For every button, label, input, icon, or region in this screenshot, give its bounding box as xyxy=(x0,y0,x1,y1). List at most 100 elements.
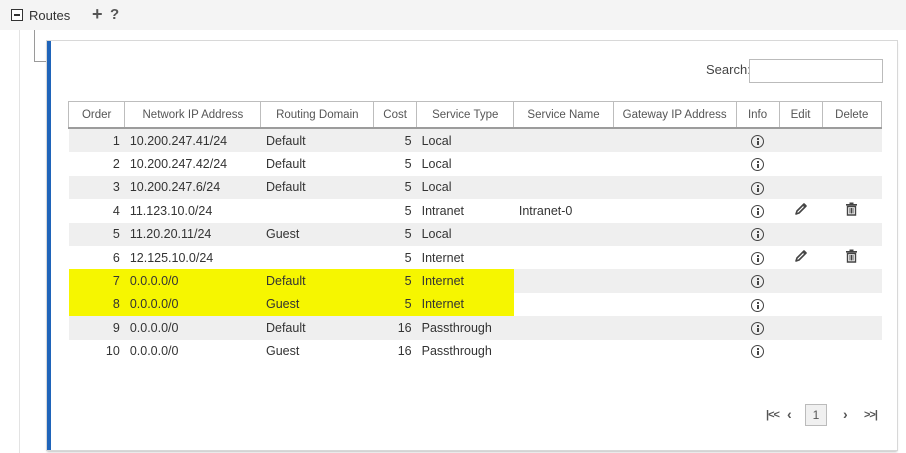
cell-gateway-ip xyxy=(613,128,737,153)
cell-delete xyxy=(822,152,882,176)
info-circle-icon[interactable] xyxy=(751,228,765,242)
cell-service-type: Internet xyxy=(416,245,514,270)
info-circle-icon[interactable] xyxy=(751,181,765,195)
column-header-cost[interactable]: Cost xyxy=(373,101,418,129)
table-row[interactable]: 4 11.123.10.0/24 5 Intranet Intranet-0 xyxy=(68,199,882,223)
cell-gateway-ip xyxy=(613,292,737,317)
cell-info xyxy=(736,339,780,363)
table-row[interactable]: 6 12.125.10.0/24 5 Internet xyxy=(68,245,882,270)
cell-delete xyxy=(822,222,882,246)
info-circle-icon[interactable] xyxy=(751,275,765,289)
page-number-button[interactable]: 1 xyxy=(805,404,827,426)
trash-icon[interactable] xyxy=(845,249,858,266)
table-row[interactable]: 10 0.0.0.0/0 Guest 16 Passthrough xyxy=(68,339,882,363)
cell-delete xyxy=(822,199,882,223)
cell-routing-domain: Default xyxy=(260,128,374,153)
tree-border xyxy=(19,30,20,453)
trash-icon[interactable] xyxy=(845,202,858,219)
pencil-icon[interactable] xyxy=(794,203,808,219)
cell-delete xyxy=(822,269,882,293)
routes-table: Order Network IP Address Routing Domain … xyxy=(67,101,883,363)
cell-order: 6 xyxy=(68,245,125,270)
cell-cost: 16 xyxy=(373,339,417,363)
info-circle-icon[interactable] xyxy=(751,204,765,218)
cell-gateway-ip xyxy=(613,152,737,176)
cell-network-ip: 12.125.10.0/24 xyxy=(124,245,261,270)
cell-service-type: Intranet xyxy=(416,199,514,223)
cell-gateway-ip xyxy=(613,175,737,200)
cell-info xyxy=(736,222,780,246)
cell-service-type: Internet xyxy=(416,269,514,293)
cell-service-type: Local xyxy=(416,222,514,246)
add-route-icon[interactable]: + xyxy=(92,5,103,23)
cell-routing-domain xyxy=(260,245,374,270)
cell-routing-domain: Default xyxy=(260,269,374,293)
column-header-service-name[interactable]: Service Name xyxy=(513,101,614,129)
info-circle-icon[interactable] xyxy=(751,321,765,335)
cell-order: 10 xyxy=(68,339,125,363)
cell-edit xyxy=(779,339,823,363)
cell-info xyxy=(736,269,780,293)
cell-cost: 5 xyxy=(373,245,417,270)
cell-service-name xyxy=(513,269,614,293)
cell-info xyxy=(736,175,780,200)
cell-delete xyxy=(822,245,882,270)
table-row[interactable]: 1 10.200.247.41/24 Default 5 Local xyxy=(68,128,882,153)
column-header-edit: Edit xyxy=(778,101,823,129)
table-row[interactable]: 8 0.0.0.0/0 Guest 5 Internet xyxy=(68,292,882,317)
cell-routing-domain: Guest xyxy=(260,339,374,363)
column-header-service-type[interactable]: Service Type xyxy=(416,101,515,129)
search-input[interactable] xyxy=(749,59,883,83)
cell-edit xyxy=(779,199,823,223)
cell-edit xyxy=(779,269,823,293)
cell-order: 2 xyxy=(68,152,125,176)
cell-service-type: Local xyxy=(416,152,514,176)
cell-service-type: Local xyxy=(416,175,514,200)
column-header-gateway-ip[interactable]: Gateway IP Address xyxy=(612,101,737,129)
cell-network-ip: 11.123.10.0/24 xyxy=(124,199,261,223)
table-row[interactable]: 2 10.200.247.42/24 Default 5 Local xyxy=(68,152,882,176)
info-circle-icon[interactable] xyxy=(751,298,765,312)
first-page-icon[interactable]: |<< xyxy=(766,409,780,421)
table-row[interactable]: 9 0.0.0.0/0 Default 16 Passthrough xyxy=(68,316,882,340)
search-label: Search: xyxy=(706,62,751,77)
routes-header xyxy=(0,0,906,30)
cell-order: 5 xyxy=(68,222,125,246)
table-row[interactable]: 5 11.20.20.11/24 Guest 5 Local xyxy=(68,222,882,246)
next-page-icon[interactable]: › xyxy=(843,406,848,422)
cell-info xyxy=(736,292,780,317)
prev-page-icon[interactable]: ‹ xyxy=(787,406,792,422)
cell-delete xyxy=(822,292,882,317)
cell-info xyxy=(736,128,780,153)
info-circle-icon[interactable] xyxy=(751,251,765,265)
cell-routing-domain xyxy=(260,199,374,223)
help-icon[interactable]: ? xyxy=(110,6,119,24)
cell-network-ip: 10.200.247.6/24 xyxy=(124,175,261,200)
last-page-icon[interactable]: >>| xyxy=(864,409,878,421)
info-circle-icon[interactable] xyxy=(751,158,765,172)
cell-delete xyxy=(822,175,882,200)
cell-info xyxy=(736,245,780,270)
cell-service-name: Intranet-0 xyxy=(513,199,614,223)
table-row[interactable]: 7 0.0.0.0/0 Default 5 Internet xyxy=(68,269,882,293)
cell-service-name xyxy=(513,245,614,270)
cell-edit xyxy=(779,292,823,317)
column-header-info: Info xyxy=(735,101,780,129)
cell-service-type: Passthrough xyxy=(416,316,514,340)
column-header-routing-domain[interactable]: Routing Domain xyxy=(260,101,375,129)
column-header-network-ip[interactable]: Network IP Address xyxy=(124,101,262,129)
table-row[interactable]: 3 10.200.247.6/24 Default 5 Local xyxy=(68,175,882,200)
cell-cost: 5 xyxy=(373,269,417,293)
tree-line-horizontal xyxy=(34,61,48,62)
info-circle-icon[interactable] xyxy=(751,345,765,359)
cell-gateway-ip xyxy=(613,245,737,270)
pencil-icon[interactable] xyxy=(794,250,808,266)
info-circle-icon[interactable] xyxy=(751,134,765,148)
cell-network-ip: 10.200.247.41/24 xyxy=(124,128,261,153)
cell-gateway-ip xyxy=(613,269,737,293)
tree-line-vertical xyxy=(34,30,35,62)
column-header-order[interactable]: Order xyxy=(67,101,126,129)
cell-service-name xyxy=(513,316,614,340)
cell-edit xyxy=(779,245,823,270)
collapse-icon[interactable] xyxy=(11,9,23,21)
